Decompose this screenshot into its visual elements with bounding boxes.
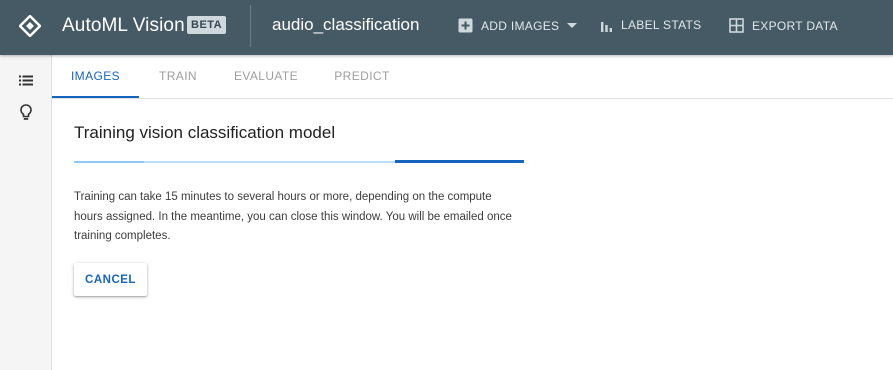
table-grid-icon xyxy=(729,18,744,33)
list-icon xyxy=(19,75,33,85)
header-divider xyxy=(250,5,251,47)
tab-train[interactable]: TRAIN xyxy=(148,55,208,98)
export-data-label: EXPORT DATA xyxy=(752,18,838,33)
tab-bar: IMAGES TRAIN EVALUATE PREDICT xyxy=(52,55,893,99)
tab-images[interactable]: IMAGES xyxy=(52,55,139,98)
tab-predict[interactable]: PREDICT xyxy=(332,55,392,98)
top-app-bar: AutoML Vision BETA audio_classification … xyxy=(0,0,893,55)
page-title: Training vision classification model xyxy=(74,123,336,142)
project-name: audio_classification xyxy=(272,15,420,34)
list-menu-button[interactable] xyxy=(16,70,36,90)
add-images-label: ADD IMAGES xyxy=(481,18,560,33)
beta-badge: BETA xyxy=(187,16,227,34)
export-data-button[interactable]: EXPORT DATA xyxy=(729,18,838,33)
progress-buffer xyxy=(74,161,144,163)
tab-evaluate[interactable]: EVALUATE xyxy=(230,55,302,98)
progress-indicator xyxy=(395,160,524,163)
tips-button[interactable] xyxy=(16,102,36,122)
app-title: AutoML Vision xyxy=(62,15,185,36)
add-images-button[interactable]: ADD IMAGES xyxy=(458,18,578,33)
label-stats-label: LABEL STATS xyxy=(621,18,702,32)
lightbulb-icon xyxy=(20,103,32,120)
dropdown-arrow-icon xyxy=(567,22,578,28)
bar-chart-icon xyxy=(601,21,612,32)
training-description: Training can take 15 minutes to several … xyxy=(74,191,512,242)
left-rail xyxy=(0,55,52,370)
add-box-icon xyxy=(458,18,473,33)
label-stats-button[interactable]: LABEL STATS xyxy=(600,18,701,32)
cancel-button[interactable]: CANCEL xyxy=(74,263,147,296)
automl-logo-icon[interactable] xyxy=(18,14,42,38)
training-progress-bar xyxy=(74,160,524,164)
